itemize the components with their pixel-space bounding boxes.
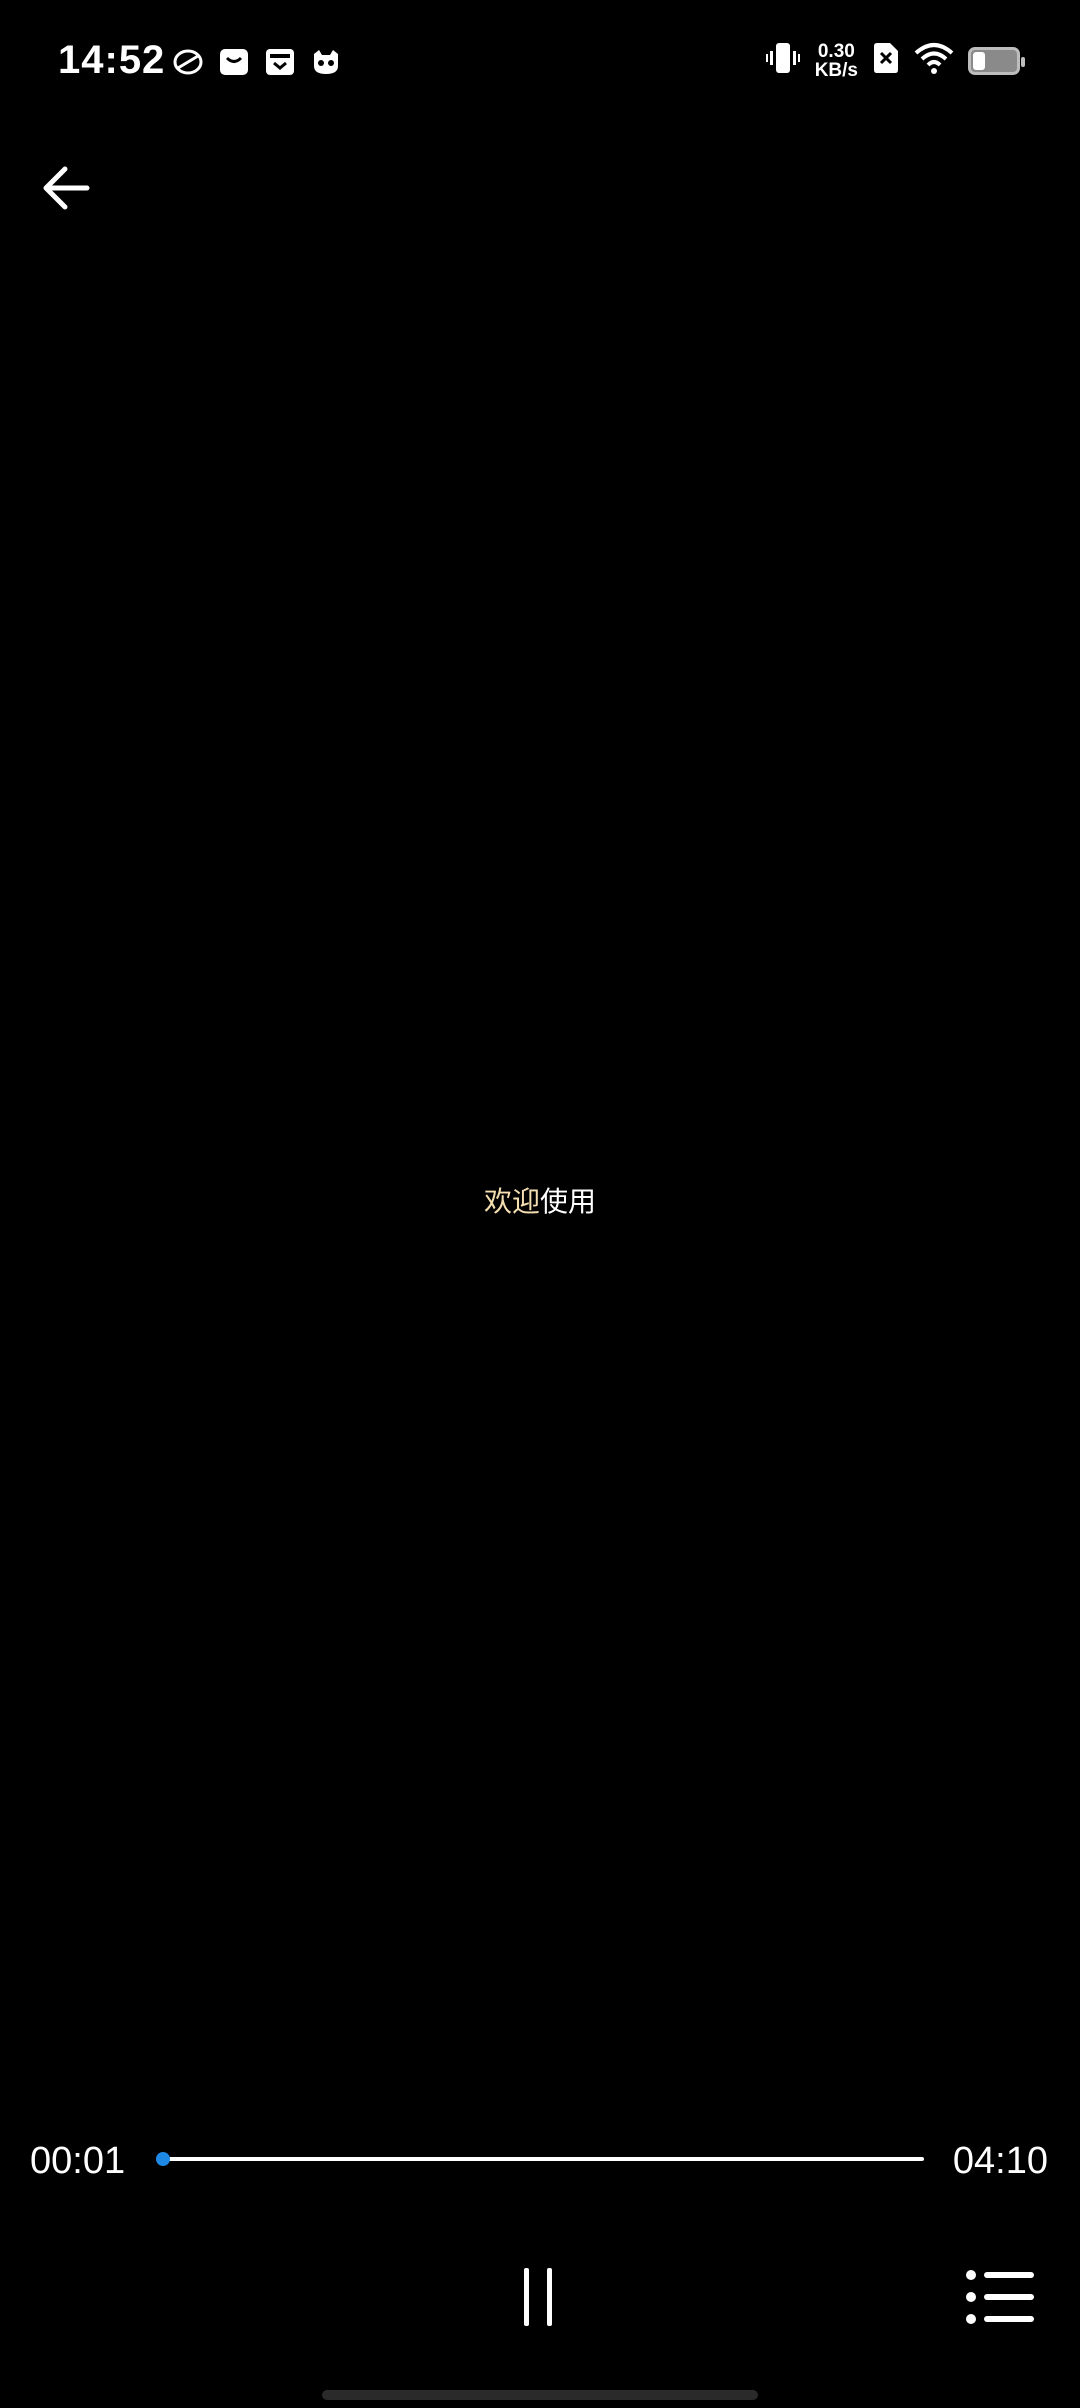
current-time: 00:01 — [30, 2140, 126, 2182]
seek-bar[interactable] — [156, 2152, 924, 2166]
status-time: 14:52 — [58, 38, 166, 82]
video-player-screen: 14:52 0.30 KB/s 欢迎使用 00:01 04:10 — [0, 0, 1080, 2408]
notification-icons — [172, 46, 342, 78]
sim-off-icon — [872, 42, 900, 79]
seek-bar-thumb[interactable] — [156, 2152, 171, 2166]
vibrate-icon — [765, 40, 801, 81]
pause-icon-bar — [547, 2268, 552, 2326]
home-indicator[interactable] — [322, 2390, 758, 2400]
subtitle-normal: 使用 — [540, 1186, 597, 1217]
status-bar: 14:52 0.30 KB/s — [0, 0, 1080, 130]
mail-icon — [218, 46, 250, 78]
subtitle-text: 欢迎使用 — [0, 1180, 1080, 1220]
playlist-button[interactable] — [964, 2262, 1036, 2332]
network-speed: 0.30 KB/s — [815, 42, 858, 80]
wifi-icon — [914, 41, 954, 80]
app-icon-1 — [172, 46, 204, 78]
status-right-icons: 0.30 KB/s — [765, 40, 1025, 81]
network-speed-unit: KB/s — [814, 59, 858, 81]
battery-level — [973, 51, 985, 70]
cat-app-icon — [310, 46, 342, 78]
network-speed-value: 0.30 — [817, 40, 855, 62]
playlist-icon — [966, 2270, 1034, 2324]
subtitle-highlighted: 欢迎 — [483, 1186, 540, 1217]
pause-icon — [524, 2268, 529, 2326]
total-time: 04:10 — [952, 2140, 1048, 2182]
back-button[interactable] — [36, 158, 96, 218]
wallet-icon — [264, 46, 296, 78]
pause-button[interactable] — [510, 2262, 566, 2332]
back-arrow-icon — [43, 166, 90, 210]
battery-icon — [968, 46, 1025, 75]
